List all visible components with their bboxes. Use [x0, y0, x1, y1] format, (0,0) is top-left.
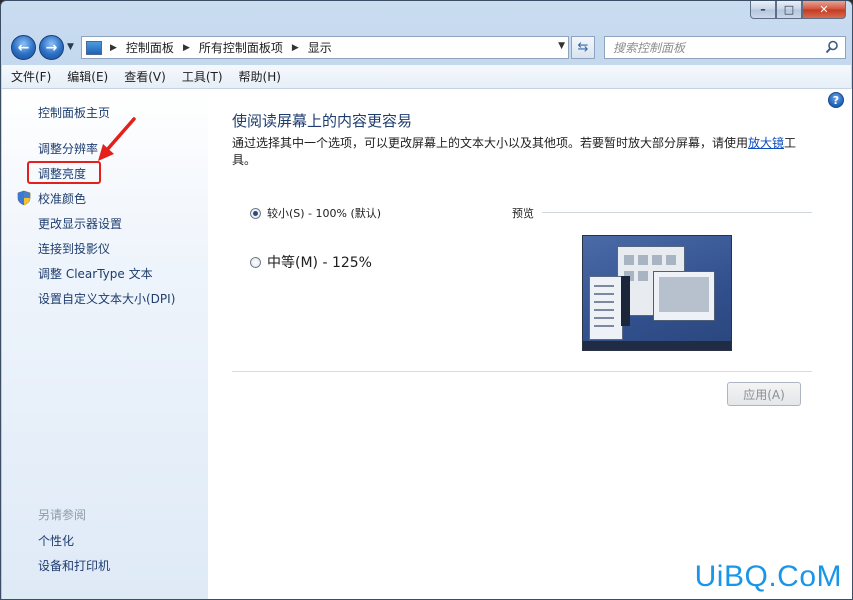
preview-label: 预览: [512, 207, 534, 220]
menu-help[interactable]: 帮助(H): [239, 68, 281, 85]
sidebar-item-display-settings[interactable]: 更改显示器设置: [38, 215, 122, 232]
menu-bar: 文件(F) 编辑(E) 查看(V) 工具(T) 帮助(H): [2, 65, 851, 89]
main-panel: ? 使阅读屏幕上的内容更容易 通过选择其中一个选项，可以更改屏幕上的文本大小以及…: [208, 89, 852, 599]
radio-button-smaller[interactable]: [250, 207, 261, 219]
menu-tools[interactable]: 工具(T): [182, 68, 223, 85]
sidebar-item-cleartype[interactable]: 调整 ClearType 文本: [38, 265, 153, 282]
menu-edit[interactable]: 编辑(E): [67, 68, 108, 85]
red-arrow-icon: [98, 117, 136, 161]
breadcrumb-control-panel[interactable]: 控制面板: [126, 39, 174, 56]
option-smaller-label: 较小(S) - 100% (默认): [267, 207, 382, 220]
breadcrumb-display[interactable]: 显示: [308, 39, 332, 56]
search-input[interactable]: [613, 40, 818, 55]
option-medium[interactable]: 中等(M) - 125%: [250, 252, 372, 272]
breadcrumb-separator-icon: ▶: [110, 42, 117, 53]
navigation-bar: ← → ▼ ▶ 控制面板 ▶ 所有控制面板项 ▶ 显示 ▼ ⇆: [1, 31, 852, 63]
divider: [232, 371, 812, 372]
highlight-box: [27, 161, 101, 184]
page-title: 使阅读屏幕上的内容更容易: [232, 112, 413, 130]
arrow-right-icon: →: [45, 39, 58, 56]
search-box: [604, 36, 846, 59]
chevron-down-icon[interactable]: ▼: [558, 41, 565, 51]
arrow-left-icon: ←: [17, 39, 30, 56]
sidebar: 控制面板主页 调整分辨率 调整亮度 校准颜色 更改显示器设置 连接到投影仪 调整…: [2, 89, 208, 599]
breadcrumb-separator-icon: ▶: [182, 42, 190, 53]
preview-taskbar: [583, 341, 731, 350]
minimize-button[interactable]: –: [750, 1, 776, 19]
control-panel-icon: [86, 40, 102, 55]
preview-window: [589, 276, 623, 340]
apply-button[interactable]: 应用(A): [727, 382, 801, 406]
address-bar[interactable]: ▶ 控制面板 ▶ 所有控制面板项 ▶ 显示 ▼: [81, 36, 569, 59]
breadcrumb-separator-icon: ▶: [291, 42, 299, 53]
sidebar-item-personalization[interactable]: 个性化: [38, 532, 74, 549]
maximize-button[interactable]: □: [776, 1, 802, 19]
sidebar-item-devices-printers[interactable]: 设备和打印机: [38, 557, 110, 574]
preview-strip: [621, 276, 630, 326]
radio-button-medium[interactable]: [250, 256, 261, 268]
sidebar-item-custom-dpi[interactable]: 设置自定义文本大小(DPI): [38, 290, 175, 307]
magnifier-link[interactable]: 放大镜: [748, 136, 784, 150]
menu-file[interactable]: 文件(F): [11, 68, 51, 85]
description-text: 通过选择其中一个选项，可以更改屏幕上的文本大小以及其他项。若要暂时放大部分屏幕，…: [232, 136, 749, 150]
back-button[interactable]: ←: [11, 35, 36, 60]
sidebar-item-resolution[interactable]: 调整分辨率: [38, 140, 98, 157]
sidebar-item-calibrate-color[interactable]: 校准颜色: [38, 190, 86, 207]
preview-image: [582, 235, 732, 351]
refresh-button[interactable]: ⇆: [571, 36, 595, 59]
breadcrumb-all-items[interactable]: 所有控制面板项: [199, 39, 283, 56]
control-panel-window: – □ ✕ ← → ▼ ▶ 控制面板 ▶ 所有控制面板项 ▶ 显示 ▼ ⇆ 文件…: [0, 0, 853, 600]
caption-buttons: – □ ✕: [750, 1, 846, 19]
shield-icon: [17, 190, 31, 206]
preview-window: [653, 271, 715, 321]
refresh-icon: ⇆: [577, 40, 589, 55]
preview-divider: [542, 212, 812, 213]
watermark: UiBQ.CoM: [694, 560, 842, 593]
option-medium-label: 中等(M) - 125%: [267, 255, 372, 271]
description: 通过选择其中一个选项，可以更改屏幕上的文本大小以及其他项。若要暂时放大部分屏幕，…: [232, 135, 807, 169]
see-also-heading: 另请参阅: [38, 508, 87, 522]
forward-button[interactable]: →: [39, 35, 64, 60]
option-smaller[interactable]: 较小(S) - 100% (默认): [250, 205, 381, 221]
close-button[interactable]: ✕: [802, 1, 846, 19]
help-icon[interactable]: ?: [828, 92, 844, 108]
search-icon[interactable]: [825, 40, 839, 54]
recent-pages-dropdown[interactable]: ▼: [67, 42, 74, 52]
menu-view[interactable]: 查看(V): [124, 68, 166, 85]
sidebar-item-projector[interactable]: 连接到投影仪: [38, 240, 110, 257]
